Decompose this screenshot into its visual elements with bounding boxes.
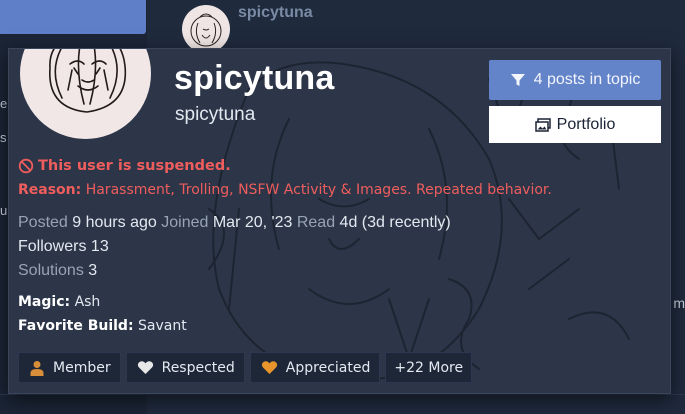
more-badges-button[interactable]: +22 More [385, 352, 473, 383]
heart-icon [261, 361, 277, 374]
build-value: Savant [138, 318, 187, 334]
badge-label: Appreciated [285, 359, 371, 376]
heart-icon [137, 361, 153, 374]
badge-label: Respected [161, 359, 235, 376]
filter-posts-button[interactable]: 4 posts in topic [489, 60, 661, 100]
joined-value: Mar 20, '23 [212, 214, 293, 231]
read-label: Read [296, 214, 336, 231]
followers-value: 13 [90, 238, 109, 255]
portfolio-button[interactable]: Portfolio [489, 106, 661, 143]
pumpkin-avatar-icon [190, 13, 222, 47]
followers-stat: Followers 13 [18, 238, 109, 256]
filter-icon [510, 74, 525, 86]
build-label: Favorite Build: [18, 318, 134, 334]
magic-field: Magic: Ash [18, 294, 100, 310]
edge-text: m [673, 295, 685, 311]
suspended-text: This user is suspended. [38, 158, 231, 174]
filter-posts-label: 4 posts in topic [533, 71, 641, 88]
suspended-notice: This user is suspended. [18, 158, 231, 174]
reason-text: Harassment, Trolling, NSFW Activity & Im… [85, 182, 552, 198]
user-card-title[interactable]: spicytuna [174, 59, 335, 98]
edge-text: s [0, 130, 7, 145]
magic-label: Magic: [18, 294, 71, 310]
suspension-reason: Reason: Harassment, Trolling, NSFW Activ… [18, 182, 552, 198]
user-card: spicytuna spicytuna 4 posts in topic Por… [8, 48, 671, 394]
magic-value: Ash [74, 294, 101, 310]
posted-value[interactable]: 9 hours ago [72, 214, 157, 231]
solutions-value: 3 [88, 262, 98, 279]
posted-label: Posted [18, 214, 68, 231]
badge-respected[interactable]: Respected [125, 352, 245, 383]
favorite-build-field: Favorite Build: Savant [18, 318, 187, 334]
solutions-stat: Solutions 3 [18, 262, 97, 280]
read-value: 4d (3d recently) [339, 214, 451, 231]
activity-stats: Posted 9 hours ago Joined Mar 20, '23 Re… [18, 214, 451, 232]
badge-member[interactable]: Member [18, 352, 121, 383]
badge-appreciated[interactable]: Appreciated [249, 352, 381, 383]
solutions-label: Solutions [18, 262, 84, 279]
images-icon [534, 117, 551, 132]
divider [0, 394, 685, 395]
ban-icon [18, 158, 34, 174]
joined-label: Joined [161, 214, 209, 231]
edge-text: u [0, 203, 8, 218]
user-icon [30, 360, 44, 376]
portfolio-label: Portfolio [556, 115, 616, 133]
post-username[interactable]: spicytuna [238, 4, 313, 22]
reason-label: Reason: [18, 182, 82, 198]
badge-list: Member Respected Appreciated +22 More [18, 352, 473, 383]
badge-label: Member [53, 359, 111, 376]
followers-label: Followers [18, 238, 87, 255]
sidebar-button[interactable] [0, 0, 146, 34]
user-card-subtitle: spicytuna [175, 104, 256, 125]
post-avatar[interactable] [182, 5, 230, 53]
